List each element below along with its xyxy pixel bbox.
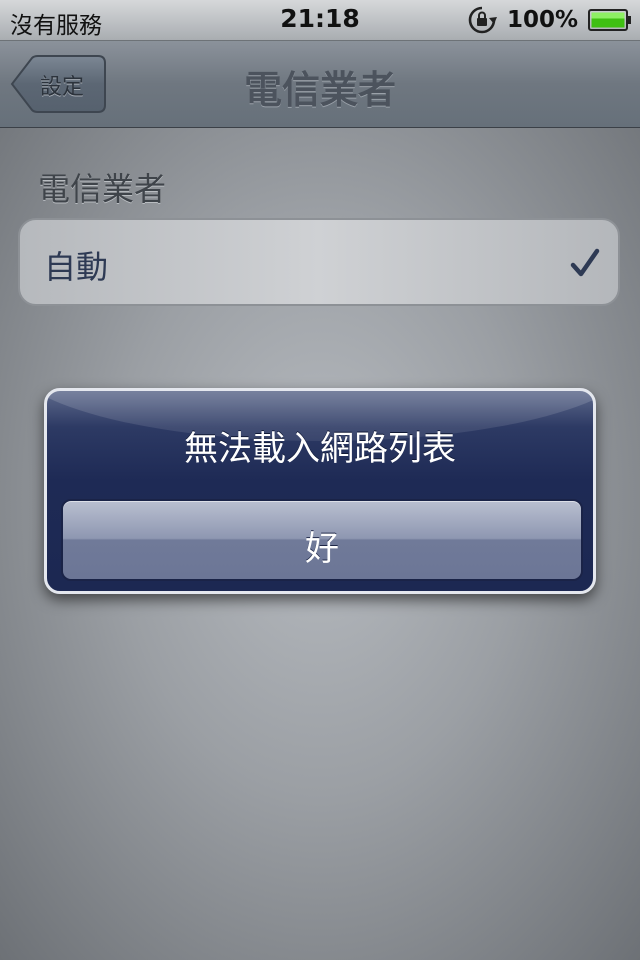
page-title: 電信業者 — [243, 68, 396, 112]
battery-icon — [588, 9, 631, 31]
checkmark-icon — [570, 248, 600, 277]
cell-label: 自動 — [44, 248, 109, 286]
alert-title: 無法載入網路列表 — [184, 429, 456, 469]
alert-ok-button[interactable]: 好 — [61, 499, 583, 581]
status-bar: 沒有服務 21:18 100% — [0, 0, 640, 41]
section-header: 電信業者 — [38, 170, 167, 208]
orientation-lock-icon — [468, 6, 497, 34]
battery-percent: 100% — [506, 7, 578, 33]
alert-dialog: 無法載入網路列表 好 — [44, 388, 596, 594]
status-right-group: 100% — [467, 5, 632, 35]
alert-ok-button-label: 好 — [305, 529, 339, 569]
navigation-bar: 設定 電信業者 — [0, 41, 640, 128]
carrier-automatic-cell[interactable]: 自動 — [18, 218, 620, 306]
